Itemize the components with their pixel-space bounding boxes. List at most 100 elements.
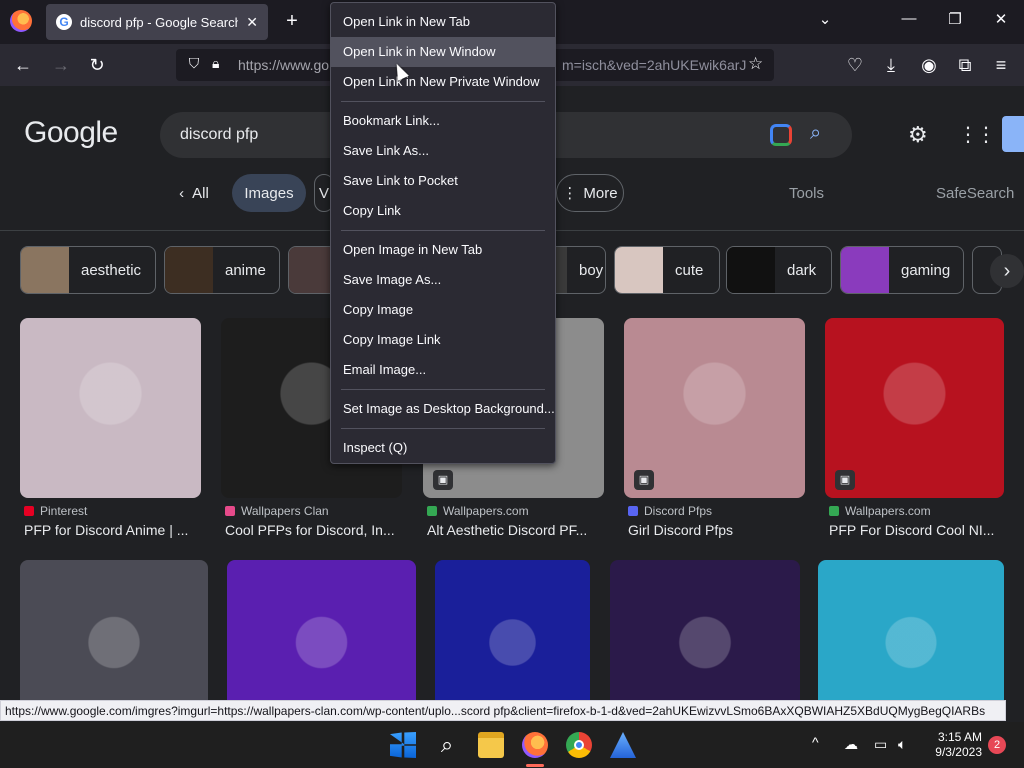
context-menu: Open Link in New Tab Open Link in New Win…	[330, 2, 556, 464]
source-favicon-icon	[225, 506, 235, 516]
filter-chip[interactable]: cute	[614, 246, 720, 294]
result-caption[interactable]: PFP For Discord Cool NI...	[829, 522, 994, 538]
maximize-button[interactable]: ❐	[940, 10, 970, 28]
firefox-menu-icon[interactable]	[10, 10, 32, 32]
result-caption[interactable]: Cool PFPs for Discord, In...	[225, 522, 395, 538]
search-input[interactable]: discord pfp	[180, 126, 258, 144]
google-logo[interactable]: Google	[24, 116, 118, 150]
result-thumbnail[interactable]	[20, 560, 208, 700]
file-explorer-icon[interactable]	[478, 732, 504, 758]
result-thumbnail[interactable]	[610, 560, 800, 700]
sign-in-button[interactable]	[1002, 116, 1024, 152]
result-caption[interactable]: PFP for Discord Anime | ...	[24, 522, 188, 538]
show-hidden-icons-chevron[interactable]: ^	[812, 734, 819, 750]
extensions-icon[interactable]: ⧉	[952, 52, 978, 78]
tracking-protection-shield-icon[interactable]: ⛉	[184, 55, 204, 75]
new-tab-button[interactable]: +	[282, 10, 302, 33]
bookmark-star-icon[interactable]: ☆	[748, 54, 763, 74]
firefox-taskbar-icon[interactable]	[522, 732, 548, 758]
back-icon[interactable]: ←	[10, 52, 36, 78]
image-result-card[interactable]: ▣ Wallpapers.com PFP For Discord Cool NI..…	[825, 318, 1004, 548]
result-thumbnail[interactable]	[818, 560, 1004, 700]
network-icon[interactable]: ▭	[874, 736, 887, 753]
menu-item[interactable]: Save Link As...	[331, 136, 555, 166]
downloads-icon[interactable]: ⤓	[878, 52, 904, 78]
menu-item[interactable]: Open Link in New Tab	[331, 7, 555, 37]
menu-item[interactable]: Copy Image	[331, 295, 555, 325]
source-favicon-icon	[24, 506, 34, 516]
menu-item[interactable]: Set Image as Desktop Background...	[331, 394, 555, 424]
filter-chip[interactable]: gaming	[840, 246, 964, 294]
menu-item[interactable]: Open Link in New Private Window	[331, 67, 555, 97]
menu-item[interactable]: Copy Image Link	[331, 325, 555, 355]
result-caption[interactable]: Girl Discord Pfps	[628, 522, 733, 538]
app-menu-icon[interactable]: ≡	[988, 52, 1014, 78]
chips-next-arrow-icon[interactable]: ›	[990, 254, 1024, 288]
pocket-icon[interactable]: ♡	[842, 52, 868, 78]
app-taskbar-icon[interactable]	[610, 732, 636, 758]
lock-icon[interactable]: 🔒︎	[212, 55, 228, 75]
menu-item[interactable]: Open Link in New Window	[331, 37, 555, 67]
chip-thumbnail	[21, 247, 69, 293]
filter-chip[interactable]: anime	[164, 246, 280, 294]
result-source[interactable]: Discord Pfps	[628, 504, 712, 518]
tab-more[interactable]: ⋮ More	[556, 174, 624, 212]
result-source[interactable]: Wallpapers.com	[427, 504, 529, 518]
forward-icon[interactable]: →	[48, 52, 74, 78]
tab-more-label: More	[583, 184, 618, 202]
chrome-taskbar-icon[interactable]	[566, 732, 592, 758]
source-name: Wallpapers.com	[443, 504, 529, 518]
tab-google-search[interactable]: G discord pfp - Google Search ✕	[46, 4, 268, 40]
clock-date: 9/3/2023	[935, 745, 982, 759]
more-dots-icon: ⋮	[562, 185, 578, 202]
result-thumbnail[interactable]	[435, 560, 590, 700]
account-icon[interactable]: ◉	[916, 52, 942, 78]
tab-all[interactable]: ‹ All	[166, 174, 222, 212]
menu-item[interactable]: Copy Link	[331, 196, 555, 226]
google-favicon-icon: G	[56, 14, 72, 30]
minimize-button[interactable]: —	[894, 10, 924, 27]
filter-chip[interactable]: aesthetic	[20, 246, 156, 294]
result-source[interactable]: Pinterest	[24, 504, 87, 518]
search-taskbar-icon[interactable]: ⌕	[434, 732, 460, 758]
image-result-card[interactable]: ▣ Discord Pfps Girl Discord Pfps	[624, 318, 805, 548]
chip-thumbnail	[165, 247, 213, 293]
reload-icon[interactable]: ↻	[84, 52, 110, 78]
onedrive-cloud-icon[interactable]: ☁	[844, 736, 858, 753]
result-source[interactable]: Wallpapers.com	[829, 504, 931, 518]
result-caption[interactable]: Alt Aesthetic Discord PF...	[427, 522, 587, 538]
chip-thumbnail	[615, 247, 663, 293]
result-thumbnail[interactable]	[20, 318, 201, 498]
search-icon[interactable]: ⌕	[810, 122, 821, 145]
menu-item[interactable]: Open Image in New Tab	[331, 235, 555, 265]
image-result-card[interactable]: Pinterest PFP for Discord Anime | ...	[20, 318, 201, 548]
link-status-bar: https://www.google.com/imgres?imgurl=htt…	[0, 700, 1006, 721]
source-name: Pinterest	[40, 504, 88, 518]
menu-separator	[341, 389, 545, 390]
volume-icon[interactable]: 🔈︎	[898, 736, 906, 753]
settings-gear-icon[interactable]: ⚙	[908, 122, 928, 148]
source-favicon-icon	[829, 506, 839, 516]
menu-item[interactable]: Inspect (Q)	[331, 433, 555, 463]
menu-item[interactable]: Email Image...	[331, 355, 555, 385]
start-windows-icon[interactable]	[390, 732, 416, 758]
clock-time: 3:15 AM	[937, 730, 982, 744]
menu-item[interactable]: Save Link to Pocket	[331, 166, 555, 196]
notification-badge[interactable]: 2	[988, 736, 1006, 754]
menu-item[interactable]: Save Image As...	[331, 265, 555, 295]
tools-button[interactable]: Tools	[789, 185, 824, 202]
tab-images[interactable]: Images	[232, 174, 306, 212]
safesearch-button[interactable]: SafeSearch	[936, 185, 1014, 202]
back-chevron-icon: ‹	[179, 184, 185, 202]
menu-item[interactable]: Bookmark Link...	[331, 106, 555, 136]
result-thumbnail[interactable]	[227, 560, 416, 700]
list-all-tabs-button[interactable]: ⌄	[810, 10, 840, 28]
close-window-button[interactable]: ✕	[986, 10, 1016, 28]
filter-chip[interactable]: dark	[726, 246, 832, 294]
tab-close-icon[interactable]: ✕	[246, 14, 258, 31]
clock[interactable]: 3:15 AM 9/3/2023	[930, 730, 982, 760]
result-source[interactable]: Wallpapers Clan	[225, 504, 329, 518]
chip-label: gaming	[901, 261, 951, 279]
menu-separator	[341, 230, 545, 231]
google-lens-icon[interactable]	[770, 124, 792, 146]
